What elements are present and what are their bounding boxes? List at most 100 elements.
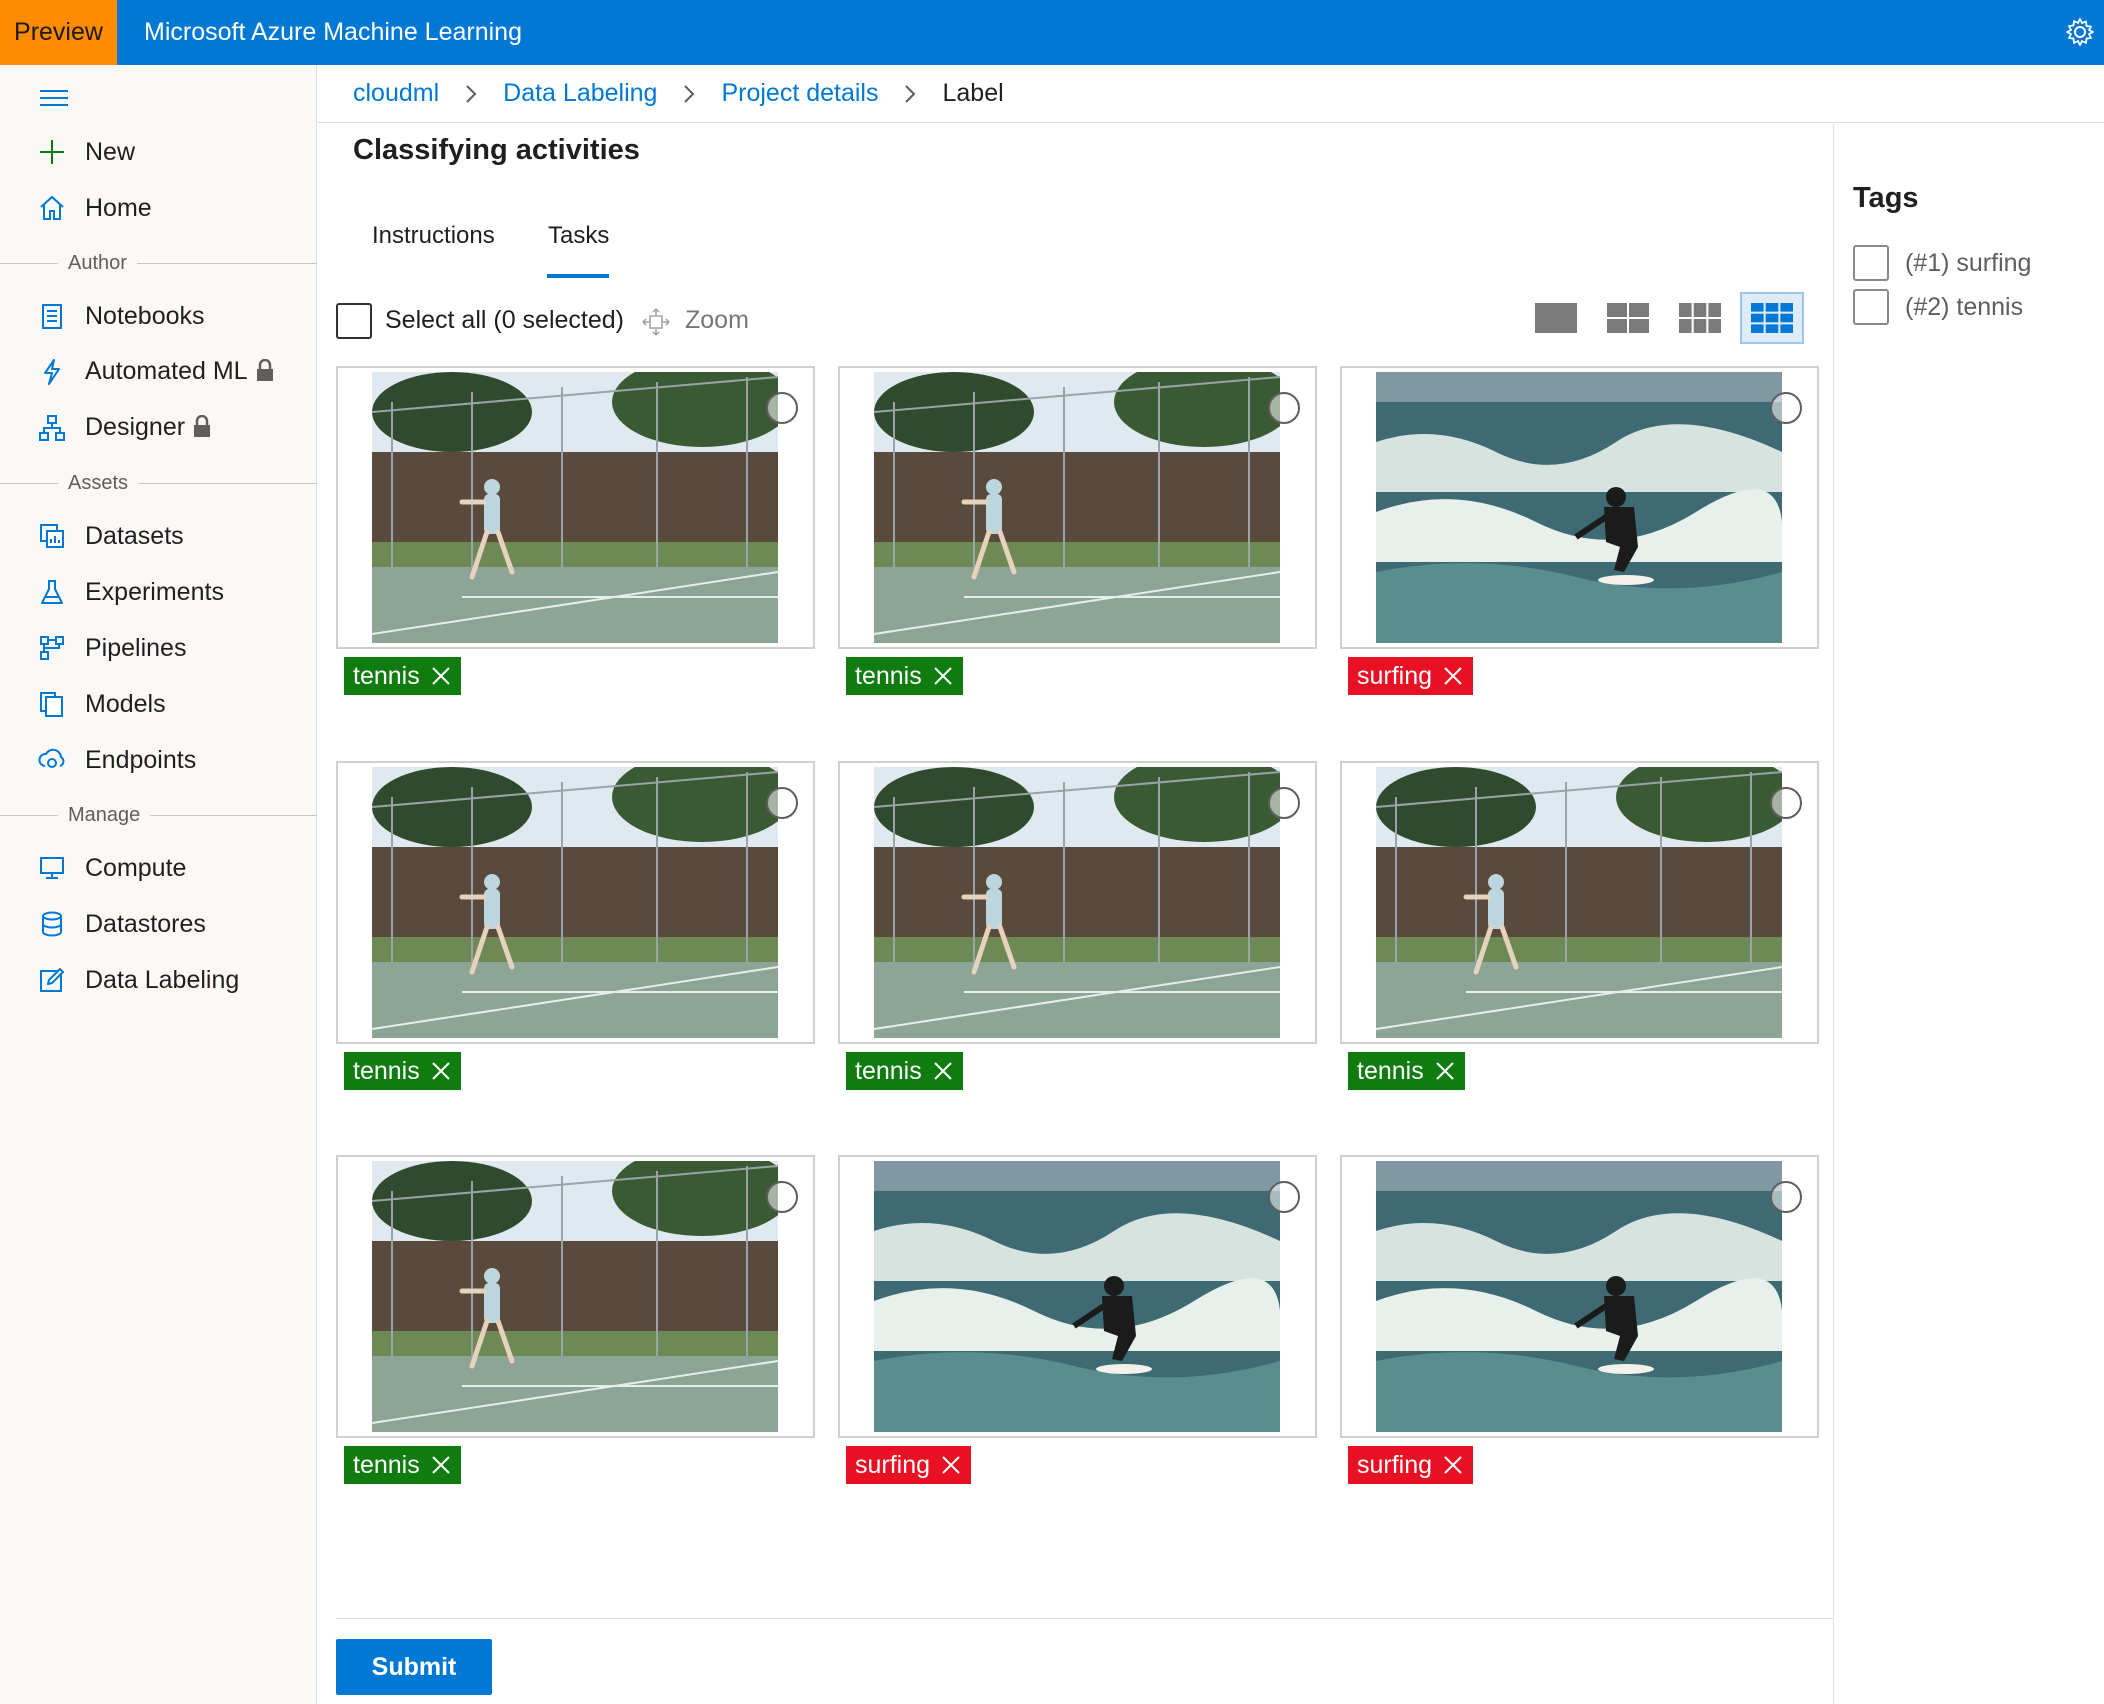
image-card[interactable] <box>1340 1155 1819 1438</box>
single-view-icon <box>1535 303 1577 333</box>
close-icon[interactable] <box>1442 1454 1464 1476</box>
menu-toggle-button[interactable] <box>36 83 72 113</box>
nav-item-experiments[interactable]: Experiments <box>0 566 317 618</box>
plus-icon <box>36 136 68 168</box>
grid-6-icon <box>1751 303 1793 333</box>
view-6-up-button[interactable] <box>1740 292 1804 344</box>
nav-item-new[interactable]: New <box>0 126 317 178</box>
monitor-icon <box>36 852 68 884</box>
image-card[interactable] <box>336 761 815 1044</box>
nav-item-automated-ml[interactable]: Automated ML <box>0 346 317 398</box>
tennis-photo <box>874 767 1280 1038</box>
select-circle[interactable] <box>1770 787 1802 819</box>
tag-chip-label: tennis <box>353 1450 420 1479</box>
automl-icon <box>36 356 68 388</box>
image-card[interactable] <box>838 366 1317 649</box>
designer-icon <box>36 412 68 444</box>
tag-chip: tennis <box>344 1052 461 1090</box>
zoom-icon[interactable] <box>641 307 671 337</box>
nav-item-models[interactable]: Models <box>0 678 317 730</box>
view-2-up-button[interactable] <box>1596 292 1660 344</box>
datasets-icon <box>36 520 68 552</box>
nav-item-home[interactable]: Home <box>0 182 317 234</box>
nav-item-datasets[interactable]: Datasets <box>0 510 317 562</box>
select-all-checkbox[interactable] <box>336 303 372 339</box>
zoom-label[interactable]: Zoom <box>685 306 749 335</box>
close-icon[interactable] <box>1434 1060 1456 1082</box>
select-circle[interactable] <box>766 787 798 819</box>
nav-item-data-labeling[interactable]: Data Labeling <box>0 954 317 1006</box>
view-1-up-button[interactable] <box>1524 292 1588 344</box>
home-icon <box>36 192 68 224</box>
nav-item-pipelines[interactable]: Pipelines <box>0 622 317 674</box>
tab-tasks[interactable]: Tasks <box>548 222 609 250</box>
select-all-label[interactable]: Select all (0 selected) <box>385 306 624 335</box>
tag-chip-label: tennis <box>1357 1056 1424 1085</box>
close-icon[interactable] <box>932 1060 954 1082</box>
nav-label: Data Labeling <box>85 965 240 994</box>
grid-2-icon <box>1607 303 1649 333</box>
close-icon[interactable] <box>940 1454 962 1476</box>
nav-label: Pipelines <box>85 633 187 662</box>
nav-label: Notebooks <box>85 301 205 330</box>
tab-instructions[interactable]: Instructions <box>372 222 495 250</box>
tennis-photo <box>372 372 778 643</box>
chevron-right-icon <box>459 82 483 106</box>
tag-checkbox[interactable] <box>1853 289 1889 325</box>
tag-chip-label: surfing <box>855 1450 931 1479</box>
tag-chip: tennis <box>1348 1052 1465 1090</box>
image-card[interactable] <box>1340 366 1819 649</box>
tag-option-surfing[interactable]: (#1) surfing <box>1853 245 2103 281</box>
tag-chip: tennis <box>846 1052 963 1090</box>
select-circle[interactable] <box>1268 1181 1300 1213</box>
nav-label: Compute <box>85 853 187 882</box>
settings-button[interactable] <box>2062 14 2098 50</box>
nav-section-manage: Manage <box>0 801 317 831</box>
close-icon[interactable] <box>430 665 452 687</box>
image-card[interactable] <box>838 761 1317 1044</box>
tag-chip: surfing <box>1348 657 1474 695</box>
image-card[interactable] <box>838 1155 1317 1438</box>
nav-item-datastores[interactable]: Datastores <box>0 898 317 950</box>
nav-item-compute[interactable]: Compute <box>0 842 317 894</box>
tag-chip-label: tennis <box>855 1056 922 1085</box>
footer-divider <box>336 1618 1833 1619</box>
select-circle[interactable] <box>1268 392 1300 424</box>
nav-item-notebooks[interactable]: Notebooks <box>0 290 317 342</box>
models-icon <box>36 688 68 720</box>
notebook-icon <box>36 300 68 332</box>
app-title[interactable]: Microsoft Azure Machine Learning <box>144 0 522 65</box>
select-circle[interactable] <box>1770 1181 1802 1213</box>
close-icon[interactable] <box>430 1454 452 1476</box>
select-circle[interactable] <box>766 392 798 424</box>
hamburger-icon <box>40 90 68 106</box>
tag-chip: surfing <box>1348 1446 1474 1484</box>
nav-label: Models <box>85 689 166 718</box>
breadcrumb-data-labeling[interactable]: Data Labeling <box>503 79 657 108</box>
breadcrumb: cloudml Data Labeling Project details La… <box>318 65 2104 123</box>
image-card[interactable] <box>1340 761 1819 1044</box>
nav-section-assets: Assets <box>0 469 317 499</box>
tag-option-label[interactable]: (#1) surfing <box>1905 249 2031 278</box>
image-card[interactable] <box>336 1155 815 1438</box>
image-card[interactable] <box>336 366 815 649</box>
submit-button[interactable]: Submit <box>336 1639 492 1695</box>
tag-chip: tennis <box>344 657 461 695</box>
nav-item-designer[interactable]: Designer <box>0 402 317 454</box>
tag-checkbox[interactable] <box>1853 245 1889 281</box>
tag-chip: tennis <box>344 1446 461 1484</box>
breadcrumb-project-details[interactable]: Project details <box>721 79 878 108</box>
select-circle[interactable] <box>1770 392 1802 424</box>
left-nav: New Home Author Notebooks Automated ML D… <box>0 65 317 1704</box>
close-icon[interactable] <box>932 665 954 687</box>
close-icon[interactable] <box>430 1060 452 1082</box>
nav-item-endpoints[interactable]: Endpoints <box>0 734 317 786</box>
breadcrumb-cloudml[interactable]: cloudml <box>353 79 439 108</box>
select-circle[interactable] <box>1268 787 1300 819</box>
tag-option-tennis[interactable]: (#2) tennis <box>1853 289 2103 325</box>
nav-label: Home <box>85 193 152 222</box>
close-icon[interactable] <box>1442 665 1464 687</box>
view-3-up-button[interactable] <box>1668 292 1732 344</box>
tag-option-label[interactable]: (#2) tennis <box>1905 293 2023 322</box>
select-circle[interactable] <box>766 1181 798 1213</box>
